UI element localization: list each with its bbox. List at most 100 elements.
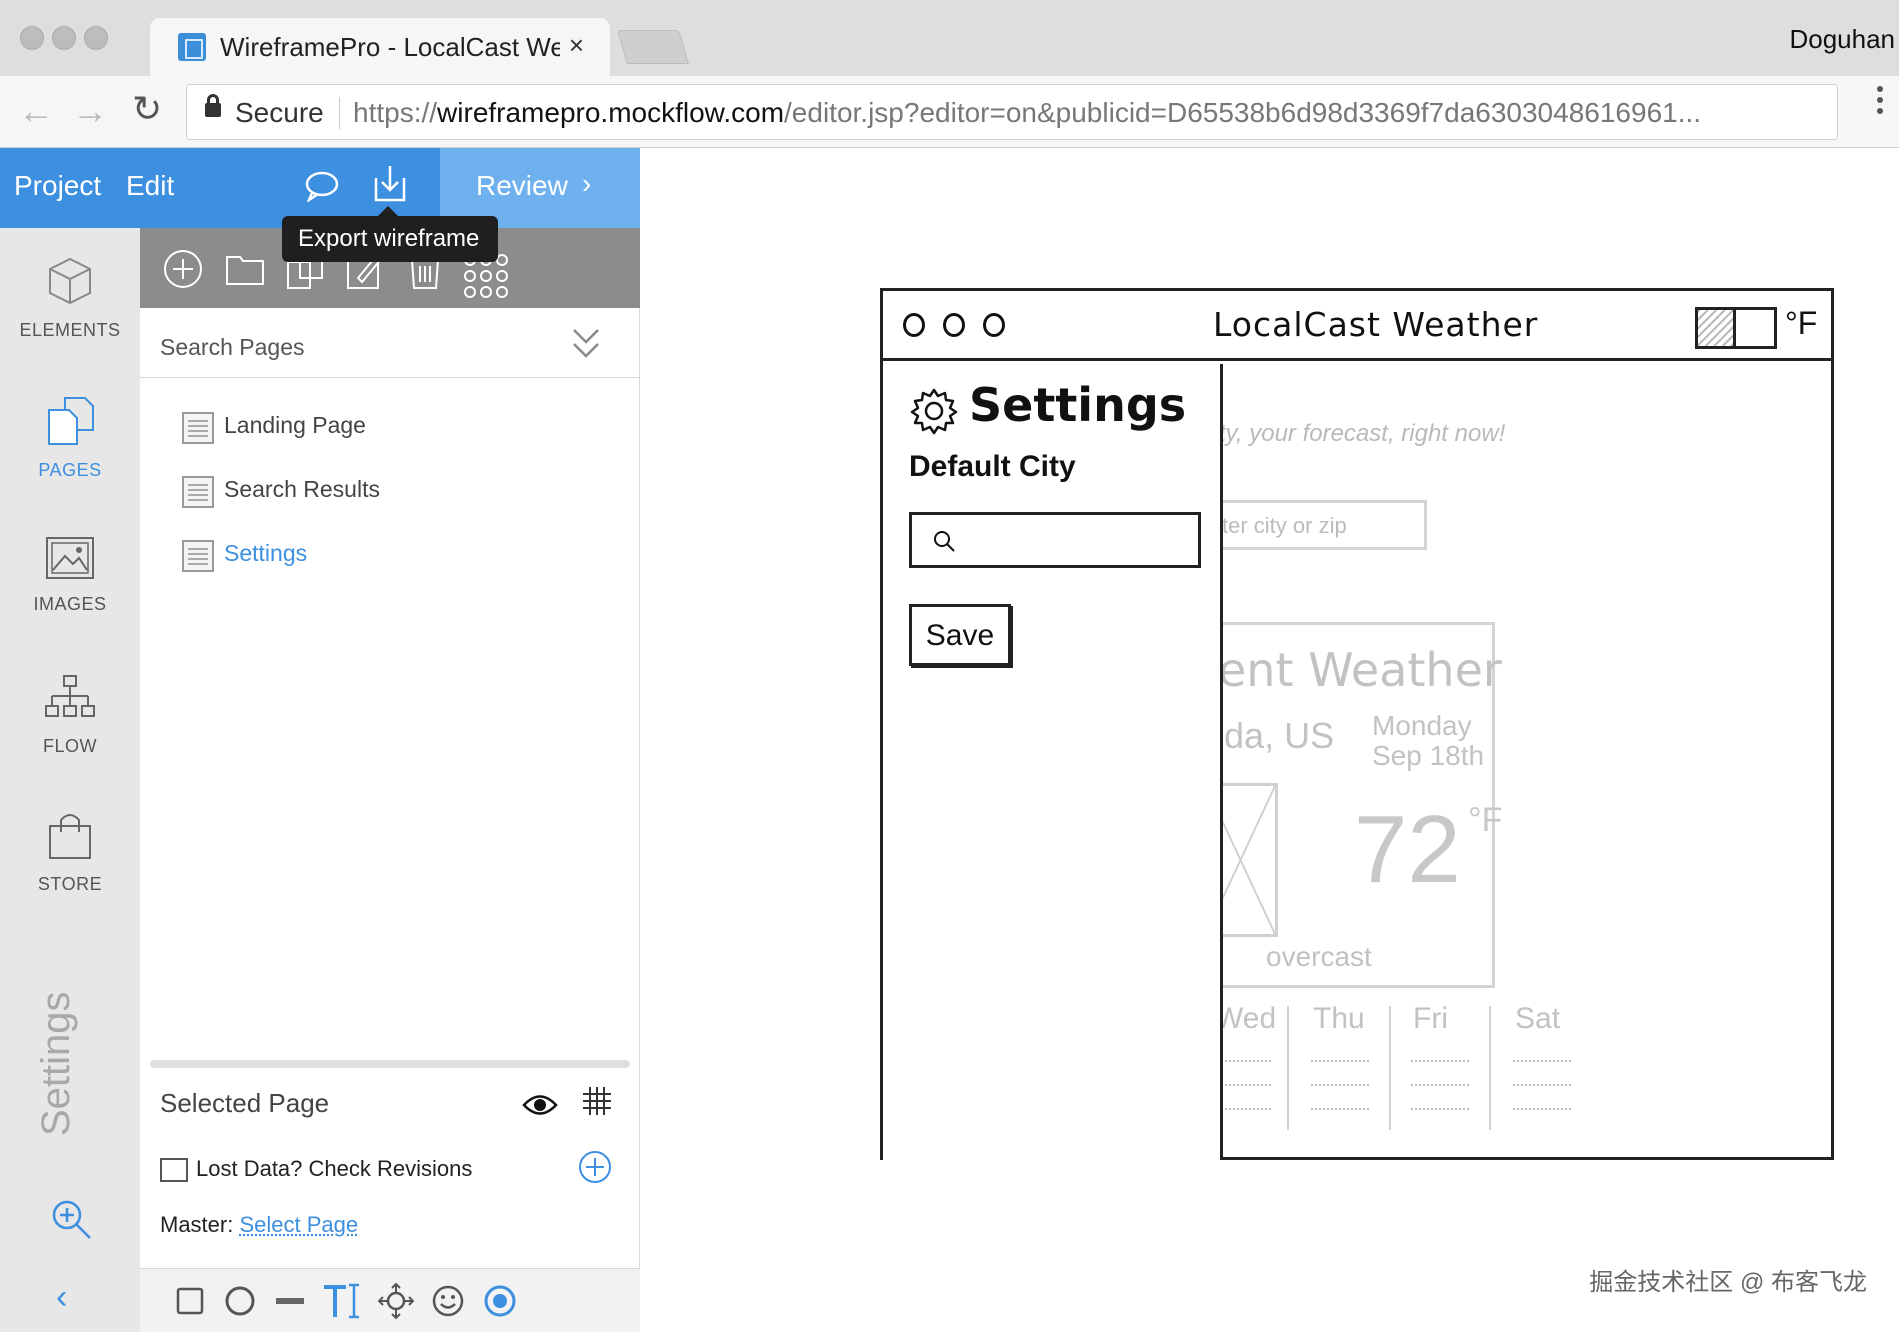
wireframe-city-search: ter city or zip: [1209, 500, 1427, 550]
pages-icon: [48, 397, 94, 445]
page-icon: [182, 540, 214, 572]
add-circle-icon[interactable]: [578, 1150, 612, 1184]
profile-name[interactable]: Doguhan: [1789, 24, 1895, 55]
forward-arrow-icon[interactable]: →: [72, 90, 108, 132]
forecast-text-placeholder: [1411, 1084, 1469, 1087]
menu-edit[interactable]: Edit: [126, 170, 174, 202]
page-label: Landing Page: [224, 412, 366, 438]
secure-label: Secure: [235, 97, 324, 128]
cube-icon: [49, 257, 91, 305]
eye-icon[interactable]: [522, 1092, 558, 1118]
wireframe-window[interactable]: LocalCast Weather °F ty, your forecast, …: [880, 288, 1834, 1160]
wireframe-favicon-icon: [178, 33, 206, 61]
search-pages-input[interactable]: Search Pages: [160, 334, 304, 361]
forecast-text-placeholder: [1411, 1060, 1469, 1063]
url-path: /editor.jsp?editor=on&publicid=D65538b6d…: [784, 97, 1702, 128]
collapse-panel-icon[interactable]: ‹: [56, 1278, 67, 1317]
emoji-tool-icon[interactable]: [430, 1283, 466, 1319]
rail-item-store[interactable]: STORE: [0, 812, 140, 895]
add-page-icon[interactable]: [162, 248, 204, 290]
forecast-text-placeholder: [1311, 1108, 1369, 1111]
chevron-double-down-icon[interactable]: [570, 326, 602, 360]
grid-icon[interactable]: [582, 1086, 612, 1116]
forecast-separator: [1489, 1006, 1491, 1130]
search-icon: [934, 531, 955, 552]
forecast-text-placeholder: [1513, 1084, 1571, 1087]
forecast-text-placeholder: [1513, 1060, 1571, 1063]
browser-tab[interactable]: WireframePro - LocalCast Wea ×: [150, 18, 610, 76]
url-host: wireframepro.mockflow.com: [437, 97, 785, 128]
wireframe-settings-sidebar[interactable]: Settings Default City Save: [883, 364, 1223, 1160]
browser-titlebar: WireframePro - LocalCast Wea × Doguhan: [0, 0, 1899, 76]
url-text[interactable]: https://wireframepro.mockflow.com/editor…: [353, 97, 1813, 129]
forecast-day-name: Wed: [1215, 1002, 1277, 1035]
rail-item-pages[interactable]: PAGES: [0, 396, 140, 481]
zoom-in-icon[interactable]: [50, 1198, 92, 1240]
wireframe-save-button[interactable]: Save: [909, 604, 1011, 666]
page-icon: [182, 476, 214, 508]
window-close-button[interactable]: [20, 26, 44, 50]
search-pages-row[interactable]: Search Pages: [140, 308, 640, 378]
rail-label: STORE: [37, 874, 103, 894]
wireframe-default-city-input[interactable]: [909, 512, 1201, 568]
weather-card-title: rrent Weather: [1182, 643, 1502, 697]
window-minimize-button[interactable]: [52, 26, 76, 50]
weather-date-day: Monday: [1372, 710, 1472, 741]
back-arrow-icon[interactable]: ←: [18, 90, 54, 132]
wireframe-window-dot: [983, 313, 1005, 337]
comment-icon[interactable]: [304, 170, 340, 202]
forecast-separator: [1287, 1006, 1289, 1130]
revisions-link[interactable]: Lost Data? Check Revisions: [196, 1156, 472, 1182]
folder-icon[interactable]: [224, 248, 266, 290]
weather-forecast-days: Wed Thu Fri: [1203, 1002, 1503, 1130]
wireframe-default-city-label: Default City: [909, 450, 1076, 483]
revisions-icon: [160, 1158, 188, 1182]
move-tool-icon[interactable]: [378, 1283, 414, 1319]
forecast-text-placeholder: [1513, 1108, 1571, 1111]
text-tool-icon[interactable]: [320, 1283, 364, 1319]
forecast-separator: [1389, 1006, 1391, 1130]
lock-icon: [205, 94, 221, 117]
tab-title: WireframePro - LocalCast Wea: [220, 32, 560, 62]
wireframe-city-search-placeholder: ter city or zip: [1222, 513, 1347, 538]
bag-icon: [49, 814, 91, 859]
wireframe-weather-card: rrent Weather esda, US Monday Sep 18th 7…: [1182, 622, 1502, 988]
weather-condition: overcast: [1266, 941, 1372, 972]
window-zoom-button[interactable]: [84, 26, 108, 50]
rail-settings-label[interactable]: Settings: [34, 976, 82, 1136]
export-icon[interactable]: [372, 164, 408, 204]
wireframe-window-dot: [943, 313, 965, 337]
forecast-day-name: Fri: [1413, 1002, 1448, 1035]
forecast-day-name: Sat: [1515, 1002, 1561, 1035]
circle-tool-icon[interactable]: [222, 1283, 258, 1319]
watermark: 掘金技术社区 @ 布客飞龙: [1589, 1269, 1867, 1296]
weather-date: Monday Sep 18th: [1372, 711, 1484, 771]
rail-item-elements[interactable]: ELEMENTS: [0, 256, 140, 341]
forecast-day: Sat: [1503, 1002, 1599, 1130]
line-tool-icon[interactable]: [272, 1283, 308, 1319]
reload-icon[interactable]: ↻: [132, 88, 162, 130]
menu-project[interactable]: Project: [14, 170, 101, 202]
forecast-text-placeholder: [1311, 1084, 1369, 1087]
master-row: Master: Select Page: [160, 1212, 358, 1238]
wireframe-unit-toggle[interactable]: [1695, 307, 1777, 349]
radio-tool-icon[interactable]: [482, 1283, 518, 1319]
panel-divider[interactable]: [150, 1060, 630, 1068]
select-page-link[interactable]: Select Page: [239, 1212, 358, 1237]
rail-label: FLOW: [43, 736, 97, 756]
forecast-day: Thu: [1301, 1002, 1397, 1130]
new-tab-button[interactable]: [617, 30, 689, 64]
forecast-text-placeholder: [1311, 1060, 1369, 1063]
rail-item-images[interactable]: IMAGES: [0, 536, 140, 615]
rail-item-flow[interactable]: FLOW: [0, 674, 140, 757]
rail-label: ELEMENTS: [19, 320, 121, 340]
tab-close-icon[interactable]: ×: [569, 30, 584, 61]
forecast-day-name: Thu: [1313, 1002, 1365, 1035]
square-tool-icon[interactable]: [172, 1283, 208, 1319]
pages-panel: Search Pages Landing Page Search Results…: [140, 228, 640, 1332]
address-bar[interactable]: Secure https://wireframepro.mockflow.com…: [186, 84, 1838, 140]
browser-menu-icon[interactable]: [1877, 86, 1883, 119]
wireframe-settings-title: Settings: [969, 378, 1187, 432]
weather-temperature-unit: °F: [1468, 801, 1503, 839]
toggle-hatch: [1698, 310, 1736, 346]
